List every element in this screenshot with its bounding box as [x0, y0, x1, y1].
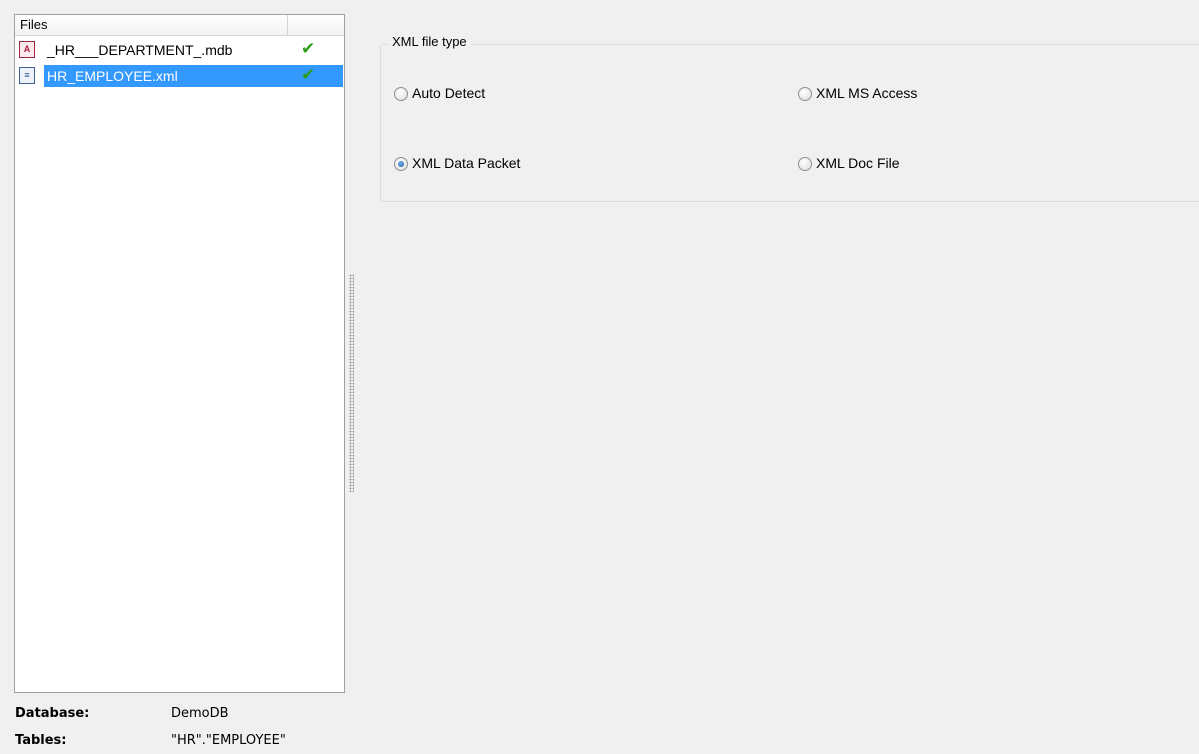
radio-circle[interactable]	[394, 157, 408, 171]
splitter-grip[interactable]	[349, 274, 354, 492]
radio-label[interactable]: XML Doc File	[816, 155, 900, 171]
column-separator[interactable]	[287, 15, 288, 35]
radio-label[interactable]: XML MS Access	[816, 85, 917, 101]
xml-file-type-title: XML file type	[388, 34, 471, 49]
file-item-mdb[interactable]: A _HR___DEPARTMENT_.mdb ✔	[16, 37, 343, 63]
files-column-header[interactable]: Files	[15, 15, 344, 36]
file-item-xml[interactable]: ≡ HR_EMPLOYEE.xml ✔	[16, 63, 343, 89]
mdb-file-icon: A	[19, 41, 35, 58]
radio-circle[interactable]	[798, 87, 812, 101]
file-name: HR_EMPLOYEE.xml	[47, 68, 178, 84]
radio-circle[interactable]	[394, 87, 408, 101]
file-name-box-selected[interactable]: HR_EMPLOYEE.xml	[44, 65, 343, 87]
database-value: DemoDB	[171, 706, 229, 721]
database-label: Database:	[15, 706, 90, 721]
files-list[interactable]: Files A _HR___DEPARTMENT_.mdb ✔ ≡ HR_EMP…	[14, 14, 345, 693]
file-name: _HR___DEPARTMENT_.mdb	[47, 42, 233, 58]
radio-circle[interactable]	[798, 157, 812, 171]
radio-selected-dot	[398, 161, 404, 167]
xml-import-window: Files A _HR___DEPARTMENT_.mdb ✔ ≡ HR_EMP…	[0, 0, 1199, 754]
checkmark-icon: ✔	[301, 65, 316, 85]
tables-value: "HR"."EMPLOYEE"	[171, 733, 286, 748]
checkmark-icon: ✔	[301, 39, 316, 59]
tables-label: Tables:	[15, 733, 67, 748]
xml-file-type-group	[380, 44, 1199, 202]
xml-file-icon: ≡	[19, 67, 35, 84]
radio-label[interactable]: XML Data Packet	[412, 155, 520, 171]
file-name-box[interactable]: _HR___DEPARTMENT_.mdb	[44, 39, 343, 61]
radio-label[interactable]: Auto Detect	[412, 85, 485, 101]
files-header-label: Files	[20, 17, 48, 32]
